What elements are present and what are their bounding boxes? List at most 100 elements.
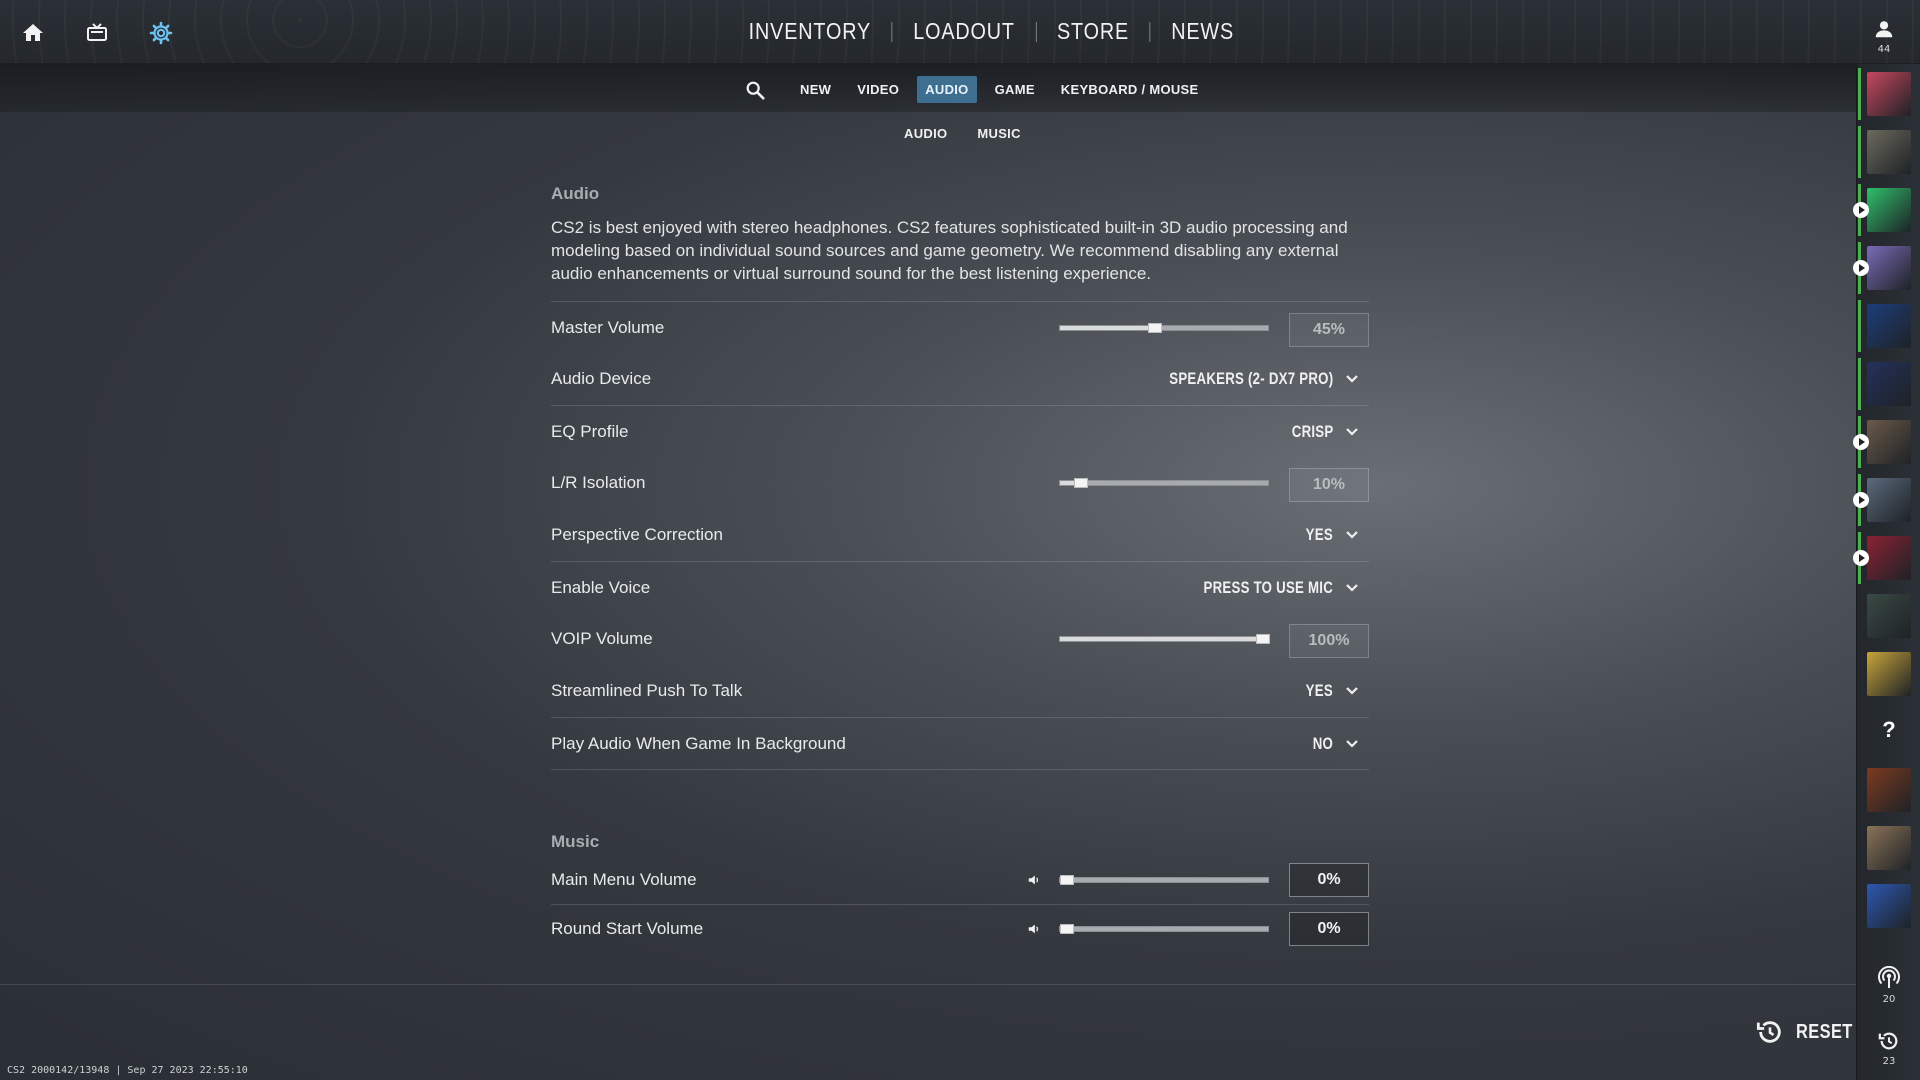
- nav-news[interactable]: NEWS: [1151, 14, 1255, 49]
- section-title-audio: Audio: [551, 184, 600, 203]
- build-info: CS2 2000142/13948 | Sep 27 2023 22:55:10: [7, 1065, 248, 1076]
- setting-audio-device[interactable]: Audio Device SPEAKERS (2- DX7 PRO): [551, 353, 1369, 405]
- friend-avatar[interactable]: [1858, 126, 1911, 178]
- friend-avatar[interactable]: [1867, 594, 1911, 638]
- chevron-down-icon: [1346, 583, 1358, 592]
- nav-inventory[interactable]: INVENTORY: [728, 14, 892, 49]
- setting-main-menu-volume: Main Menu Volume 0%: [551, 856, 1369, 904]
- main-menu-volume-value[interactable]: 0%: [1289, 863, 1369, 897]
- voip-volume-slider[interactable]: [1059, 613, 1270, 665]
- friend-avatar[interactable]: [1853, 184, 1911, 236]
- round-start-volume-slider[interactable]: [1059, 905, 1269, 952]
- setting-perspective-correction[interactable]: Perspective Correction YES: [551, 509, 1369, 561]
- reset-history-icon: [1756, 1021, 1781, 1043]
- friend-avatar[interactable]: [1867, 826, 1911, 870]
- setting-round-start-volume: Round Start Volume 0%: [551, 904, 1369, 952]
- section-tab-audio[interactable]: AUDIO: [898, 122, 953, 145]
- history-button[interactable]: 23: [1869, 1030, 1909, 1067]
- audio-description: CS2 is best enjoyed with stereo headphon…: [551, 218, 1348, 283]
- search-icon[interactable]: [742, 77, 768, 103]
- broadcast-count: 20: [1882, 994, 1896, 1005]
- reset-label: RESET: [1796, 1020, 1853, 1043]
- section-tab-music[interactable]: MUSIC: [971, 122, 1026, 145]
- in-game-icon: [1853, 202, 1869, 218]
- chevron-down-icon: [1346, 531, 1358, 539]
- friend-avatar[interactable]: [1867, 768, 1911, 812]
- tab-new[interactable]: NEW: [792, 76, 839, 103]
- dropdown-value: YES: [1305, 681, 1333, 700]
- tab-keyboard-mouse[interactable]: KEYBOARD / MOUSE: [1053, 76, 1207, 103]
- main-menu-volume-slider[interactable]: [1059, 856, 1269, 904]
- lr-isolation-slider[interactable]: [1059, 457, 1269, 509]
- round-start-volume-value[interactable]: 0%: [1289, 912, 1369, 946]
- background-audio-dropdown[interactable]: NO: [1307, 718, 1359, 769]
- dropdown-value: PRESS TO USE MIC: [1203, 577, 1333, 597]
- chevron-down-icon: [1346, 427, 1358, 436]
- slider-thumb[interactable]: [1074, 478, 1088, 488]
- top-left-icons: [18, 18, 176, 48]
- tab-video[interactable]: VIDEO: [849, 76, 907, 103]
- nav-store[interactable]: STORE: [1036, 14, 1149, 49]
- friend-avatar[interactable]: [1867, 884, 1911, 928]
- broadcast-icon: [1878, 965, 1900, 988]
- clock-history-icon: [1878, 1032, 1898, 1050]
- in-game-icon: [1853, 434, 1869, 450]
- slider-thumb[interactable]: [1147, 322, 1162, 333]
- friend-avatar[interactable]: [1858, 300, 1911, 352]
- friend-avatar[interactable]: [1867, 652, 1911, 696]
- setting-voip-volume: VOIP Volume 100%: [551, 613, 1369, 665]
- main-nav: INVENTORY LOADOUT STORE NEWS: [728, 14, 1255, 49]
- master-volume-value[interactable]: 45%: [1289, 313, 1369, 347]
- setting-background-audio[interactable]: Play Audio When Game In Background NO: [551, 717, 1369, 769]
- broadcast-button[interactable]: 20: [1869, 965, 1909, 1005]
- setting-label: Play Audio When Game In Background: [551, 733, 846, 753]
- section-title-music: Music: [551, 832, 600, 851]
- setting-eq-profile[interactable]: EQ Profile CRISP: [551, 405, 1369, 457]
- profile-button[interactable]: 44: [1864, 18, 1904, 55]
- friend-avatar[interactable]: [1858, 68, 1911, 120]
- history-count: 23: [1882, 1056, 1896, 1067]
- setting-label: Perspective Correction: [551, 525, 723, 544]
- friend-avatar[interactable]: [1853, 242, 1911, 294]
- reset-button[interactable]: RESET: [1756, 1018, 1865, 1046]
- dropdown-value: NO: [1312, 733, 1333, 753]
- tab-audio[interactable]: AUDIO: [917, 76, 977, 103]
- setting-master-volume: Master Volume 45%: [551, 301, 1369, 353]
- gear-icon[interactable]: [146, 18, 176, 48]
- slider-thumb[interactable]: [1060, 875, 1074, 885]
- top-bar: INVENTORY LOADOUT STORE NEWS 44: [0, 0, 1920, 64]
- speaker-icon[interactable]: [1027, 905, 1041, 952]
- help-button[interactable]: ?: [1869, 710, 1909, 750]
- speaker-icon[interactable]: [1027, 856, 1041, 904]
- chevron-down-icon: [1346, 375, 1358, 383]
- setting-label: Streamlined Push To Talk: [551, 681, 743, 700]
- push-to-talk-dropdown[interactable]: YES: [1298, 665, 1359, 717]
- settings-tab-bar: NEW VIDEO AUDIO GAME KEYBOARD / MOUSE: [0, 64, 1856, 112]
- nav-loadout[interactable]: LOADOUT: [893, 14, 1036, 49]
- friend-avatar[interactable]: [1858, 358, 1911, 410]
- lr-isolation-value[interactable]: 10%: [1289, 468, 1369, 502]
- eq-profile-dropdown[interactable]: CRISP: [1280, 406, 1359, 457]
- in-game-icon: [1853, 492, 1869, 508]
- slider-thumb[interactable]: [1060, 923, 1074, 934]
- slider-thumb[interactable]: [1256, 634, 1270, 644]
- in-game-icon: [1853, 550, 1869, 566]
- setting-enable-voice[interactable]: Enable Voice PRESS TO USE MIC: [551, 561, 1369, 613]
- friend-avatar[interactable]: [1853, 532, 1911, 584]
- tab-game[interactable]: GAME: [987, 76, 1043, 103]
- chevron-down-icon: [1346, 687, 1358, 695]
- person-icon: [1875, 21, 1893, 38]
- enable-voice-dropdown[interactable]: PRESS TO USE MIC: [1167, 562, 1359, 613]
- voip-volume-value[interactable]: 100%: [1289, 624, 1369, 658]
- setting-streamlined-push-to-talk[interactable]: Streamlined Push To Talk YES: [551, 665, 1369, 717]
- perspective-correction-dropdown[interactable]: YES: [1298, 509, 1359, 561]
- profile-count: 44: [1877, 44, 1891, 55]
- section-tabs: AUDIO MUSIC: [898, 122, 1027, 145]
- master-volume-slider[interactable]: [1059, 302, 1269, 353]
- audio-device-dropdown[interactable]: SPEAKERS (2- DX7 PRO): [1123, 353, 1359, 405]
- friend-avatar[interactable]: [1853, 474, 1911, 526]
- tv-icon[interactable]: [82, 18, 112, 48]
- setting-lr-isolation: L/R Isolation 10%: [551, 457, 1369, 509]
- home-icon[interactable]: [18, 18, 48, 48]
- friend-avatar[interactable]: [1853, 416, 1911, 468]
